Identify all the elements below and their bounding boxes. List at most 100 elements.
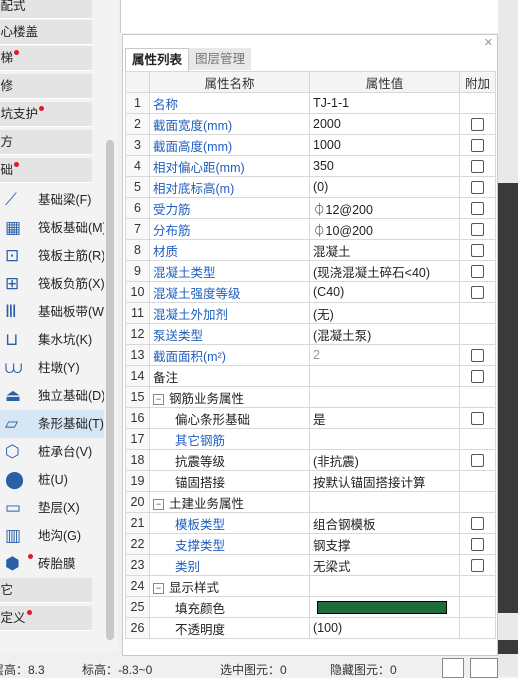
property-value[interactable]: (现浇混凝土碎石<40) (309, 260, 460, 282)
table-row[interactable]: 1 名称 TJ-1-1 (125, 92, 496, 114)
property-value[interactable]: 350 (309, 155, 460, 177)
category-4[interactable]: 基坑支护 (0, 102, 92, 127)
table-row[interactable]: 18 抗震等级 (非抗震) (125, 449, 496, 471)
table-row[interactable]: 3 截面高度(mm) 1000 (125, 134, 496, 156)
add-checkbox[interactable] (471, 349, 484, 363)
table-row[interactable]: 2 截面宽度(mm) 2000 (125, 113, 496, 135)
add-checkbox[interactable] (471, 244, 484, 258)
tool-item[interactable]: ▦ 筏板基础(M) (0, 214, 104, 242)
table-row[interactable]: 22 支撑类型 钢支撑 (125, 533, 496, 555)
property-value[interactable]: (C40) (309, 281, 460, 303)
add-checkbox[interactable] (471, 139, 484, 153)
table-row[interactable]: 13 截面面积(m²) 2 (125, 344, 496, 366)
category-7[interactable]: 其它 (0, 578, 92, 603)
tab-layer-management[interactable]: 图层管理 (189, 48, 252, 70)
add-checkbox[interactable] (471, 223, 484, 237)
tool-item[interactable]: ⬢ 砖胎膜 (0, 550, 104, 578)
table-row[interactable]: 4 相对偏心距(mm) 350 (125, 155, 496, 177)
table-row[interactable]: 15− 钢筋业务属性 (125, 386, 496, 408)
add-checkbox[interactable] (471, 181, 484, 195)
table-row[interactable]: 19 锚固搭接 按默认锚固搭接计算 (125, 470, 496, 492)
table-row[interactable]: 17 其它钢筋 (125, 428, 496, 450)
tool-item[interactable]: ⊞ 筏板负筋(X) (0, 270, 104, 298)
property-value[interactable]: ⏀10@200 (309, 218, 460, 240)
table-row[interactable]: 16 偏心条形基础 是 (125, 407, 496, 429)
property-value[interactable] (309, 575, 460, 597)
category-2[interactable]: 楼梯 (0, 46, 92, 71)
property-value[interactable]: ⏀12@200 (309, 197, 460, 219)
category-8[interactable]: 自定义 (0, 606, 92, 631)
table-row[interactable]: 11 混凝土外加剂 (无) (125, 302, 496, 324)
property-value[interactable] (309, 491, 460, 513)
add-checkbox[interactable] (471, 559, 484, 573)
table-row[interactable]: 5 相对底标高(m) (0) (125, 176, 496, 198)
category-1[interactable]: 空心楼盖 (0, 20, 92, 45)
property-value[interactable]: (非抗震) (309, 449, 460, 471)
property-value[interactable]: 1000 (309, 134, 460, 156)
add-checkbox[interactable] (471, 265, 484, 279)
tool-item[interactable]: Ⅲ 基础板带(W) (0, 298, 104, 326)
collapse-icon[interactable]: − (153, 498, 164, 510)
add-checkbox[interactable] (471, 370, 484, 384)
tool-item[interactable]: ⩊ 柱墩(Y) (0, 354, 104, 382)
category-5[interactable]: 土方 (0, 130, 92, 155)
collapse-icon[interactable]: − (153, 393, 164, 405)
add-checkbox[interactable] (471, 412, 484, 426)
category-3[interactable]: 装修 (0, 74, 92, 99)
property-value[interactable]: 钢支撑 (309, 533, 460, 555)
property-value[interactable]: (100) (309, 617, 460, 639)
property-value[interactable]: 是 (309, 407, 460, 429)
property-value[interactable]: 按默认锚固搭接计算 (309, 470, 460, 492)
property-value[interactable] (309, 596, 460, 618)
table-row[interactable]: 12 泵送类型 (混凝土泵) (125, 323, 496, 345)
add-checkbox[interactable] (471, 286, 484, 300)
property-value[interactable]: 2000 (309, 113, 460, 135)
tool-item[interactable]: ⊡ 筏板主筋(R) (0, 242, 104, 270)
table-row[interactable]: 25 填充颜色 (125, 596, 496, 618)
tool-item[interactable]: ⬤ 桩(U) (0, 466, 104, 494)
property-value[interactable]: (混凝土泵) (309, 323, 460, 345)
status-dropdown-button[interactable] (470, 658, 498, 678)
table-row[interactable]: 9 混凝土类型 (现浇混凝土碎石<40) (125, 260, 496, 282)
table-row[interactable]: 7 分布筋 ⏀10@200 (125, 218, 496, 240)
add-checkbox[interactable] (471, 517, 484, 531)
tool-item[interactable]: ⬡ 桩承台(V) (0, 438, 104, 466)
close-icon[interactable]: ✕ (484, 36, 493, 49)
property-value[interactable]: TJ-1-1 (309, 92, 460, 114)
table-row[interactable]: 26 不透明度 (100) (125, 617, 496, 639)
table-row[interactable]: 23 类别 无梁式 (125, 554, 496, 576)
table-row[interactable]: 21 模板类型 组合钢模板 (125, 512, 496, 534)
category-0[interactable]: 装配式 (0, 0, 92, 19)
property-value[interactable]: (无) (309, 302, 460, 324)
status-tool-button[interactable] (442, 658, 464, 678)
add-checkbox[interactable] (471, 202, 484, 216)
category-6[interactable]: 基础 (0, 158, 92, 183)
property-value[interactable]: 2 (309, 344, 460, 366)
property-value[interactable]: 无梁式 (309, 554, 460, 576)
property-value[interactable]: 组合钢模板 (309, 512, 460, 534)
tool-item[interactable]: ⏏ 独立基础(D) (0, 382, 104, 410)
table-row[interactable]: 8 材质 混凝土 (125, 239, 496, 261)
tool-item[interactable]: ⏥ 条形基础(T) (0, 410, 104, 438)
add-checkbox[interactable] (471, 118, 484, 132)
tool-item[interactable]: ⊔ 集水坑(K) (0, 326, 104, 354)
collapse-icon[interactable]: − (153, 582, 164, 594)
tab-property-list[interactable]: 属性列表 (125, 48, 190, 71)
property-value[interactable] (309, 365, 460, 387)
table-row[interactable]: 24− 显示样式 (125, 575, 496, 597)
table-row[interactable]: 20− 土建业务属性 (125, 491, 496, 513)
property-value[interactable]: 混凝土 (309, 239, 460, 261)
add-checkbox[interactable] (471, 538, 484, 552)
tool-item[interactable]: ▭ 垫层(X) (0, 494, 104, 522)
tool-item[interactable]: ⟋ 基础梁(F) (0, 186, 104, 214)
property-value[interactable] (309, 428, 460, 450)
add-checkbox[interactable] (471, 160, 484, 174)
add-checkbox[interactable] (471, 454, 484, 468)
property-value[interactable]: (0) (309, 176, 460, 198)
table-row[interactable]: 6 受力筋 ⏀12@200 (125, 197, 496, 219)
fill-color-swatch[interactable] (317, 601, 447, 615)
table-row[interactable]: 10 混凝土强度等级 (C40) (125, 281, 496, 303)
left-scrollbar[interactable] (106, 140, 114, 640)
table-row[interactable]: 14 备注 (125, 365, 496, 387)
property-value[interactable] (309, 386, 460, 408)
